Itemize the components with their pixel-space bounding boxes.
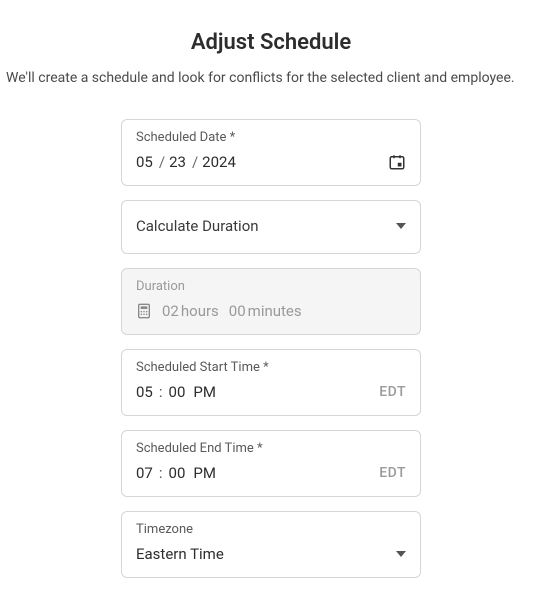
end-ampm[interactable]: PM [193, 464, 216, 482]
start-minute[interactable]: 00 [169, 383, 186, 401]
start-time-label: Scheduled Start Time * [136, 360, 406, 375]
start-time-field[interactable]: Scheduled Start Time * 05 : 00 PM EDT [121, 349, 421, 416]
duration-minutes: 00 [229, 302, 246, 320]
duration-label: Duration [136, 279, 406, 294]
scheduled-date-field[interactable]: Scheduled Date * 05 / 23 / 2024 [121, 119, 421, 186]
end-time-field[interactable]: Scheduled End Time * 07 : 00 PM EDT [121, 430, 421, 497]
date-day[interactable]: 23 [169, 153, 186, 171]
start-hour[interactable]: 05 [136, 383, 153, 401]
timezone-label: Timezone [136, 522, 406, 537]
end-hour[interactable]: 07 [136, 464, 153, 482]
scheduled-date-label: Scheduled Date * [136, 130, 406, 145]
duration-minutes-word: minutes [248, 302, 302, 320]
end-time-label: Scheduled End Time * [136, 441, 406, 456]
calculate-duration-select[interactable]: Calculate Duration [121, 200, 421, 254]
time-separator: : [159, 464, 163, 482]
start-ampm[interactable]: PM [193, 383, 216, 401]
calendar-icon[interactable] [388, 153, 406, 171]
timezone-select[interactable]: Timezone Eastern Time [121, 511, 421, 578]
end-minute[interactable]: 00 [169, 464, 186, 482]
duration-hours: 02 [162, 302, 179, 320]
duration-field: Duration 02 hours 00 minutes [121, 268, 421, 335]
end-tz-abbr: EDT [379, 465, 406, 481]
chevron-down-icon [396, 551, 406, 557]
duration-hours-word: hours [181, 302, 219, 320]
start-tz-abbr: EDT [379, 384, 406, 400]
calculate-duration-label: Calculate Duration [136, 217, 259, 235]
time-separator: : [159, 383, 163, 401]
timezone-value: Eastern Time [136, 545, 224, 563]
page-subtitle: We'll create a schedule and look for con… [6, 69, 536, 89]
calculator-icon [136, 303, 152, 319]
date-month[interactable]: 05 [136, 153, 153, 171]
date-year[interactable]: 2024 [202, 153, 236, 171]
date-separator: / [159, 153, 165, 171]
page-title: Adjust Schedule [0, 30, 542, 55]
chevron-down-icon [396, 223, 406, 229]
date-separator: / [192, 153, 198, 171]
